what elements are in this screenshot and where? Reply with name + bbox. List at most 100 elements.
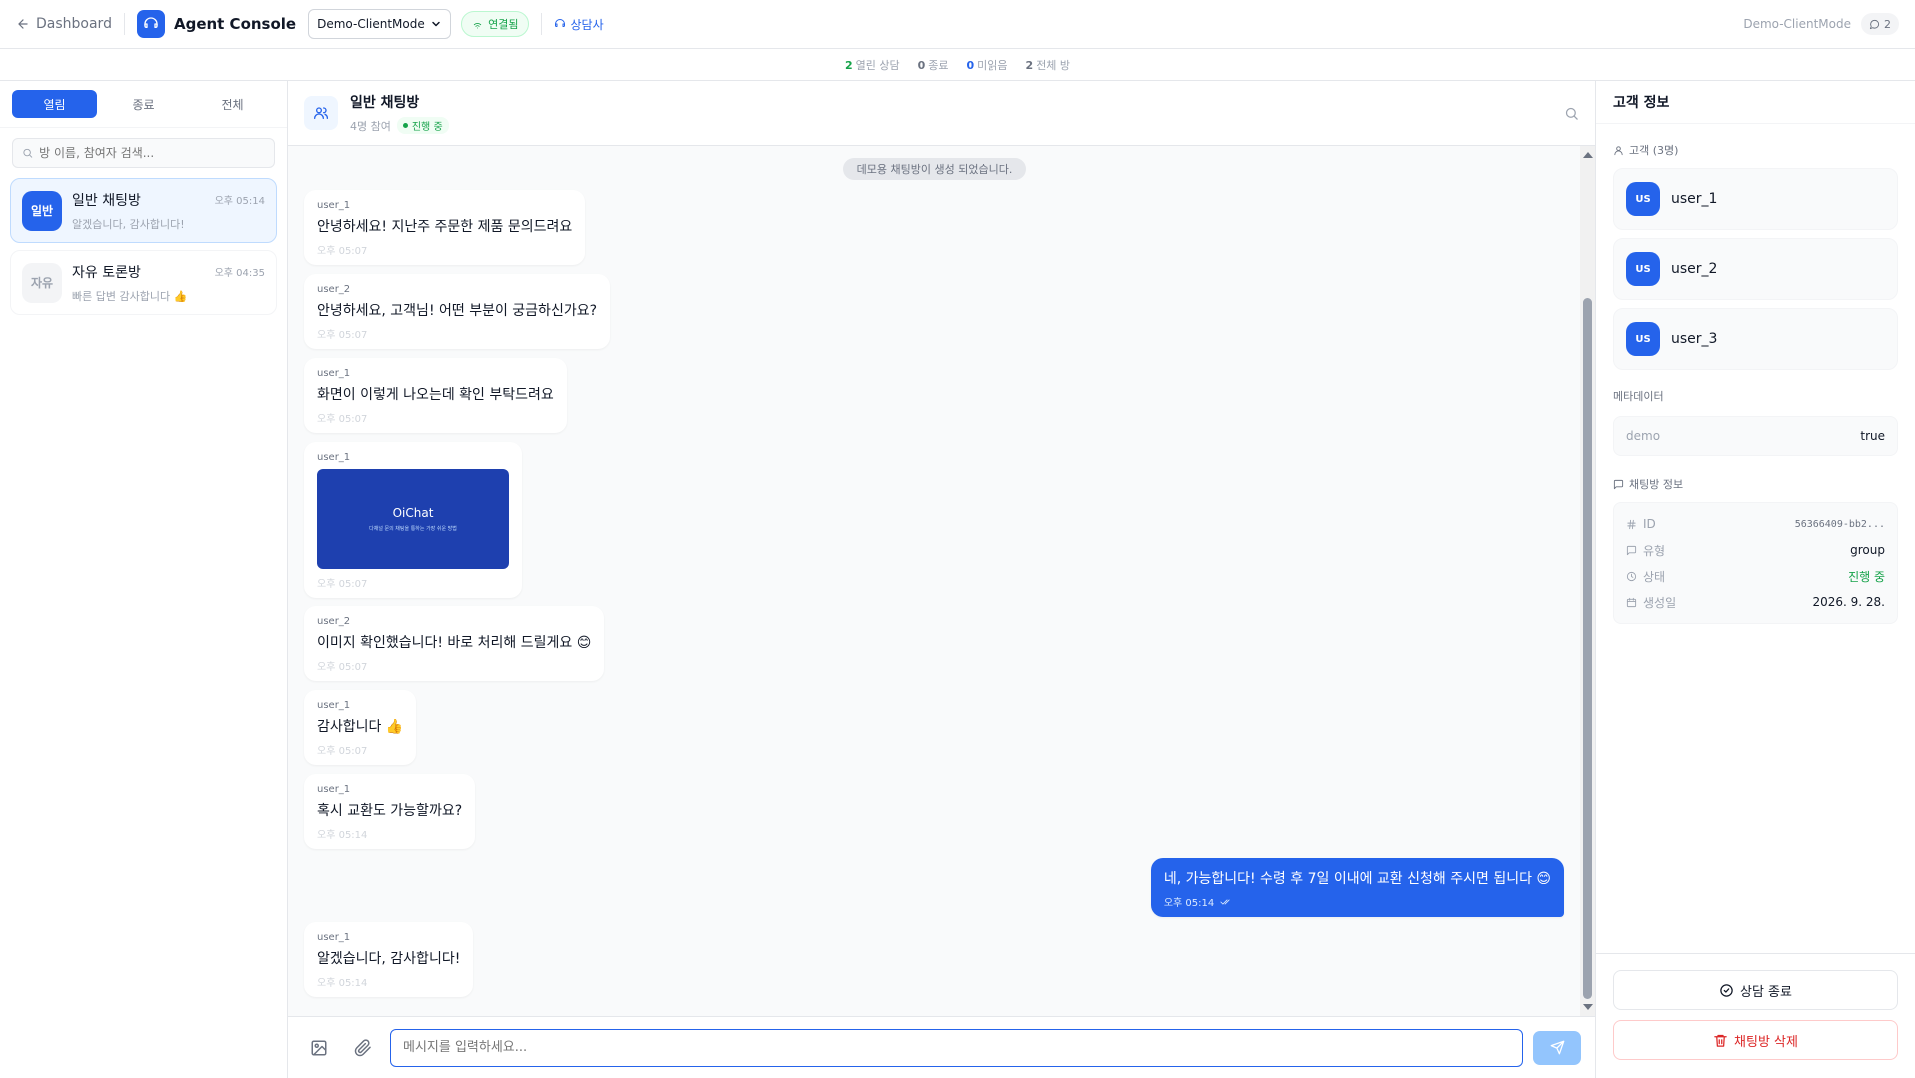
agent-link[interactable]: 상담사: [554, 16, 604, 33]
customers-label: 고객 (3명): [1629, 144, 1679, 157]
message-sender: user_1: [317, 784, 351, 795]
message-bubble: user_2 이미지 확인했습니다! 바로 처리해 드릴게요 😊 오후 05:0…: [304, 606, 605, 681]
image-caption: 다채널 문의 채팅을 통하는 가장 쉬운 방법: [369, 526, 457, 532]
customer-card[interactable]: US user_2: [1613, 238, 1898, 300]
room-info-row: ID 56366409-bb2...: [1626, 511, 1885, 537]
message-list: 데모용 채팅방이 생성 되었습니다. user_1 안녕하세요! 지난주 주문한…: [288, 146, 1580, 1016]
scroll-down-arrow-icon[interactable]: [1583, 1004, 1593, 1010]
chat-room-title: 일반 채팅방: [350, 95, 420, 111]
stat-value: 2: [1025, 58, 1034, 72]
current-mode-label: Demo-ClientMode: [1743, 17, 1851, 31]
message-sender: user_1: [317, 368, 351, 379]
room-search-box: [12, 138, 275, 168]
stat-label: 종료: [928, 58, 949, 72]
room-avatar: 일반: [22, 190, 62, 231]
image-title: OiChat: [392, 506, 434, 520]
message-text: 네, 가능합니다! 수령 후 7일 이내에 교환 신청해 주시면 됩니다 😊: [1163, 871, 1551, 887]
top-bar: Dashboard Agent Console Demo-ClientMode …: [0, 0, 1915, 49]
room-info-row: 유형 group: [1626, 537, 1885, 563]
room-info-key: 유형: [1643, 543, 1666, 558]
avatar: US: [1626, 182, 1660, 216]
end-consultation-button[interactable]: 상담 종료: [1613, 970, 1898, 1010]
image-icon: [311, 1040, 327, 1055]
delete-room-label: 채팅방 삭제: [1734, 1034, 1798, 1050]
search-icon: [23, 148, 33, 158]
customer-card[interactable]: US user_1: [1613, 168, 1898, 230]
scrollbar-thumb[interactable]: [1583, 298, 1592, 999]
customer-panel-title: 고객 정보: [1596, 81, 1915, 124]
stat-open: 2 열린 상담: [845, 57, 900, 73]
room-info-key: ID: [1643, 517, 1656, 531]
tab-all[interactable]: 전체: [190, 90, 275, 118]
stat-unread: 0 미읽음: [967, 57, 1008, 73]
message-sender: user_1: [317, 452, 351, 463]
mode-select[interactable]: Demo-ClientMode: [308, 9, 452, 39]
attach-file-button[interactable]: [346, 1031, 380, 1065]
room-time: 오후 05:14: [214, 196, 265, 207]
message-text: 이미지 확인했습니다! 바로 처리해 드릴게요 😊: [317, 635, 592, 651]
message-time: 오후 05:07: [317, 414, 368, 425]
group-users-icon: [304, 96, 338, 130]
chat-square-icon: [1613, 479, 1624, 489]
room-list-item[interactable]: 자유 자유 토론방 오후 04:35 빠른 답변 감사합니다 👍: [10, 250, 277, 315]
message-bubble: user_2 안녕하세요, 고객님! 어떤 부분이 궁금하신가요? 오후 05:…: [304, 274, 611, 349]
metadata-key: demo: [1626, 429, 1661, 443]
calendar-icon: [1626, 597, 1637, 607]
room-info-key-group: 생성일: [1626, 594, 1676, 611]
room-search-input[interactable]: [39, 146, 265, 160]
message-image[interactable]: OiChat 다채널 문의 채팅을 통하는 가장 쉬운 방법: [317, 469, 509, 569]
chevron-down-icon: [432, 21, 440, 27]
message-time: 오후 05:14: [317, 978, 368, 989]
mode-select-value: Demo-ClientMode: [317, 17, 425, 31]
tab-open[interactable]: 열림: [12, 90, 97, 118]
connection-label: 연결됨: [488, 18, 519, 31]
chat-panel: 일반 채팅방 4명 참여 진행 중 데모용 채팅방이 생성 되었습니다. use…: [288, 81, 1595, 1078]
message-sender: user_1: [317, 200, 351, 211]
send-button[interactable]: [1533, 1030, 1581, 1065]
back-to-dashboard-link[interactable]: Dashboard: [16, 16, 112, 32]
chat-count: 2: [1884, 17, 1891, 31]
room-info-row: 생성일 2026. 9. 28.: [1626, 589, 1885, 615]
double-check-icon: [1220, 899, 1230, 904]
stat-label: 전체 방: [1036, 58, 1071, 72]
status-badge-label: 진행 중: [411, 122, 443, 133]
search-icon: [1565, 107, 1578, 120]
room-status-value: 진행 중: [1848, 569, 1885, 584]
stats-bar: 2 열린 상담 0 종료 0 미읽음 2 전체 방: [0, 49, 1915, 81]
own-message-bubble: 네, 가능합니다! 수령 후 7일 이내에 교환 신청해 주시면 됩니다 😊 오…: [1150, 858, 1564, 917]
room-id-value: 56366409-bb2...: [1794, 518, 1885, 530]
room-list-item[interactable]: 일반 일반 채팅방 오후 05:14 알겠습니다, 감사합니다!: [10, 178, 277, 243]
trash-icon: [1714, 1034, 1727, 1047]
customer-card[interactable]: US user_3: [1613, 308, 1898, 370]
back-label: Dashboard: [36, 16, 112, 32]
room-name: 자유 토론방: [72, 264, 141, 281]
tab-closed[interactable]: 종료: [101, 90, 186, 118]
scroll-up-arrow-icon[interactable]: [1583, 152, 1593, 158]
customer-name: user_3: [1671, 331, 1718, 347]
message-bubble: user_1 안녕하세요! 지난주 주문한 제품 문의드려요 오후 05:07: [304, 190, 586, 265]
room-item-header: 일반 채팅방 오후 05:14: [72, 190, 265, 210]
wifi-icon: [473, 22, 482, 28]
agent-label: 상담사: [570, 17, 604, 32]
room-info-key: 상태: [1643, 569, 1666, 584]
room-info-row: 상태 진행 중: [1626, 563, 1885, 589]
attach-image-button[interactable]: [302, 1031, 336, 1065]
room-item-header: 자유 토론방 오후 04:35: [72, 262, 265, 282]
room-info-key-group: ID: [1626, 517, 1656, 531]
send-icon: [1550, 1040, 1564, 1055]
chat-search-button[interactable]: [1564, 106, 1579, 121]
message-sender: user_1: [317, 700, 351, 711]
room-filter-tabs: 열림 종료 전체: [0, 81, 287, 128]
metadata-label: 메타데이터: [1613, 390, 1664, 403]
message-text: 감사합니다 👍: [317, 719, 404, 735]
stat-value: 0: [917, 58, 926, 72]
system-message: 데모용 채팅방이 생성 되었습니다.: [843, 158, 1026, 180]
delete-room-button[interactable]: 채팅방 삭제: [1613, 1020, 1898, 1060]
message-input[interactable]: [390, 1028, 1523, 1067]
stat-closed: 0 종료: [918, 57, 949, 73]
chat-count-badge[interactable]: 2: [1861, 13, 1899, 35]
user-icon: [1614, 145, 1623, 155]
message-time: 오후 05:14: [1163, 898, 1215, 909]
message-scrollbar[interactable]: [1580, 146, 1595, 1016]
room-last-message: 빠른 답변 감사합니다 👍: [72, 289, 188, 303]
